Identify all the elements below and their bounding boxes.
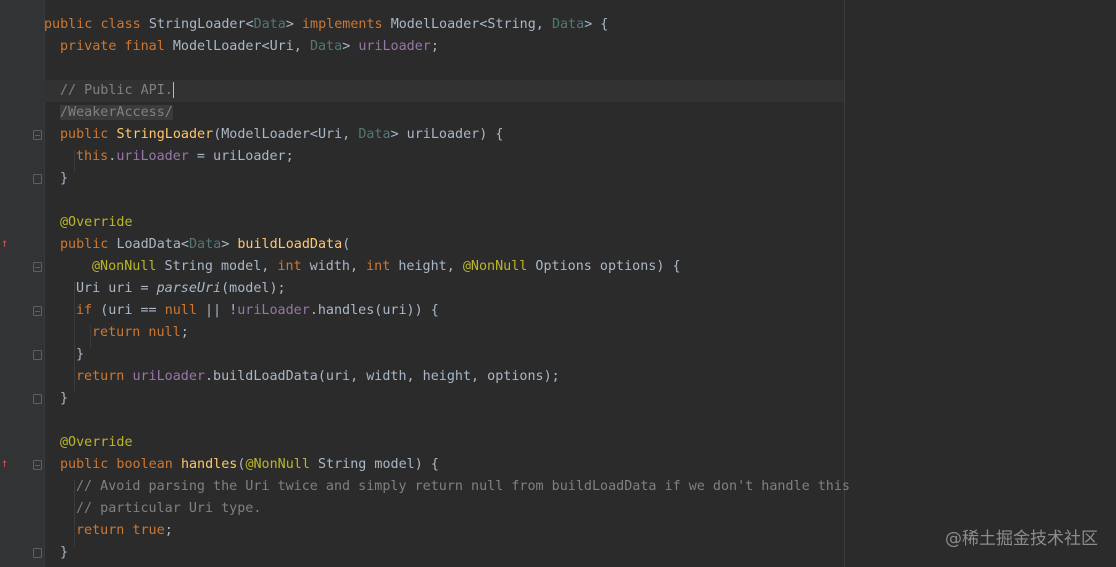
override-arrow-icon[interactable]: ↑ xyxy=(1,237,8,249)
code-line-8: @Override xyxy=(60,215,133,230)
code-line-15: return uriLoader.buildLoadData(uri, widt… xyxy=(76,369,560,384)
code-line-1: public class StringLoader<Data> implemen… xyxy=(44,17,609,32)
fold-marker-icon[interactable] xyxy=(33,130,42,140)
code-line-6: this.uriLoader = uriLoader; xyxy=(76,149,294,164)
indent-guide xyxy=(90,326,91,348)
code-line-5: public StringLoader(ModelLoader<Uri, Dat… xyxy=(60,127,504,142)
code-editor[interactable]: public class StringLoader<Data> implemen… xyxy=(44,0,1116,567)
fold-marker-icon[interactable] xyxy=(33,548,42,558)
code-line-7: } xyxy=(60,171,69,186)
fold-marker-icon[interactable] xyxy=(33,350,42,360)
code-line-22: } xyxy=(60,545,69,560)
code-line-19: // Avoid parsing the Uri twice and simpl… xyxy=(76,479,850,494)
code-line-21: return true; xyxy=(76,523,173,538)
code-line-4: /WeakerAccess/ xyxy=(60,105,173,120)
editor-gutter xyxy=(0,0,44,567)
code-line-3-current: // Public API. xyxy=(44,80,844,102)
code-line-2: private final ModelLoader<Uri, Data> uri… xyxy=(60,39,439,54)
watermark: @稀土掘金技术社区 xyxy=(945,529,1098,549)
fold-marker-icon[interactable] xyxy=(33,262,42,272)
code-line-17: @Override xyxy=(60,435,133,450)
indent-guide xyxy=(74,150,75,172)
code-line-16: } xyxy=(60,391,69,406)
fold-marker-icon[interactable] xyxy=(33,460,42,470)
code-line-14: } xyxy=(76,347,85,362)
code-line-12: if (uri == null || !uriLoader.handles(ur… xyxy=(76,303,439,318)
code-line-9: public LoadData<Data> buildLoadData( xyxy=(60,237,351,252)
fold-marker-icon[interactable] xyxy=(33,174,42,184)
fold-marker-icon[interactable] xyxy=(33,306,42,316)
indent-guide xyxy=(74,282,75,392)
code-line-11: Uri uri = parseUri(model); xyxy=(76,281,286,296)
text-caret xyxy=(172,82,174,98)
fold-marker-icon[interactable] xyxy=(33,394,42,404)
indent-guide xyxy=(74,480,75,546)
override-arrow-icon[interactable]: ↑ xyxy=(1,457,8,469)
code-line-20: // particular Uri type. xyxy=(76,501,262,516)
code-line-18: public boolean handles(@NonNull String m… xyxy=(60,457,439,472)
code-line-10: @NonNull String model, int width, int he… xyxy=(92,259,681,274)
code-line-13: return null; xyxy=(92,325,189,340)
